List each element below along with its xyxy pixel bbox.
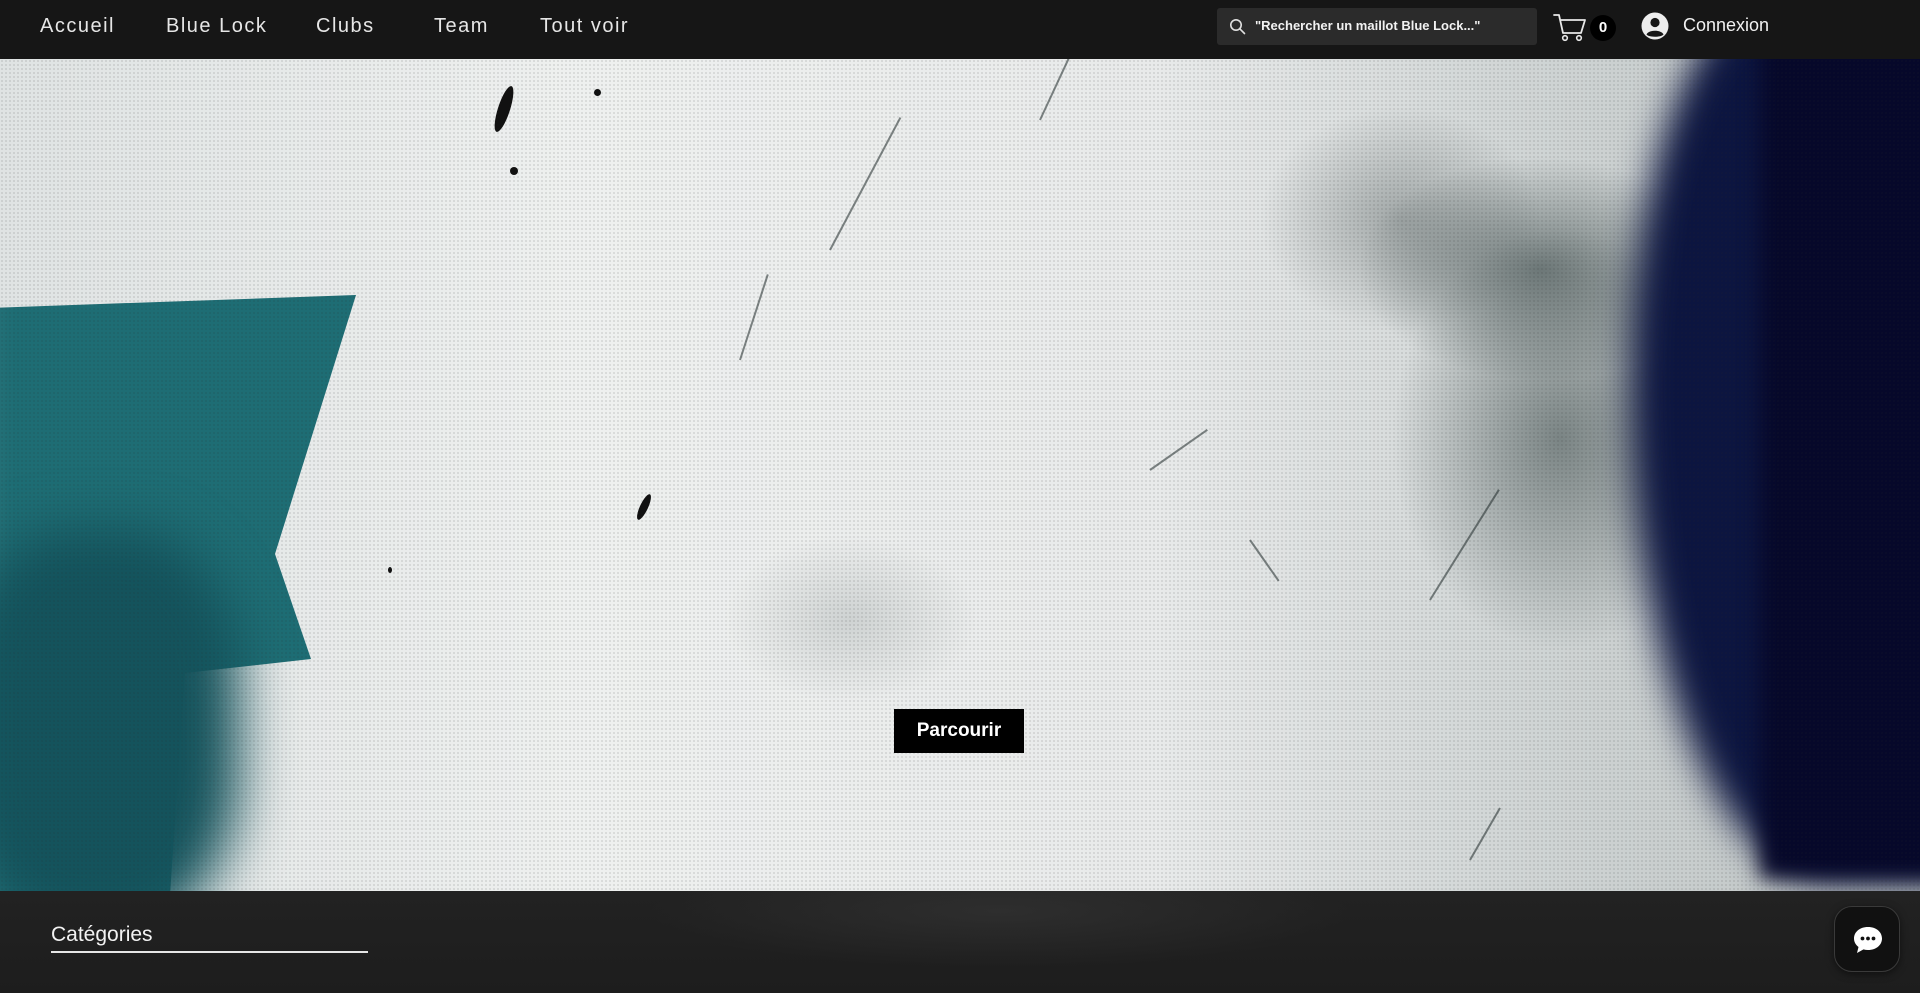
browse-button[interactable]: Parcourir — [894, 709, 1024, 753]
nav-item-clubs[interactable]: Clubs — [316, 15, 375, 38]
chat-button[interactable] — [1834, 906, 1900, 972]
categories-divider — [51, 951, 368, 953]
categories-title: Catégories — [51, 923, 153, 946]
nav-item-accueil[interactable]: Accueil — [40, 15, 115, 38]
hero-ink-mark — [388, 567, 392, 573]
avatar-icon — [1641, 12, 1669, 40]
cart-icon — [1553, 14, 1586, 42]
hero-ink-mark — [510, 167, 518, 175]
nav-item-tout-voir[interactable]: Tout voir — [540, 15, 629, 38]
hero-ink-mark — [594, 89, 601, 96]
chat-icon — [1854, 927, 1882, 953]
nav-item-team[interactable]: Team — [434, 15, 489, 38]
hero-halftone-texture — [0, 59, 1920, 891]
categories-section: Catégories — [0, 891, 1920, 993]
cart-button[interactable]: 0 — [1553, 10, 1619, 44]
search-placeholder: "Rechercher un maillot Blue Lock..." — [1255, 18, 1481, 33]
nav-item-blue-lock[interactable]: Blue Lock — [166, 15, 267, 38]
login-label: Connexion — [1683, 15, 1770, 35]
top-navigation-bar: Accueil Blue Lock Clubs Team Tout voir "… — [0, 0, 1920, 59]
hero-banner: Parcourir — [0, 59, 1920, 891]
search-input[interactable]: "Rechercher un maillot Blue Lock..." — [1217, 8, 1537, 45]
search-icon — [1230, 19, 1246, 35]
cart-count-badge: 0 — [1590, 15, 1616, 41]
